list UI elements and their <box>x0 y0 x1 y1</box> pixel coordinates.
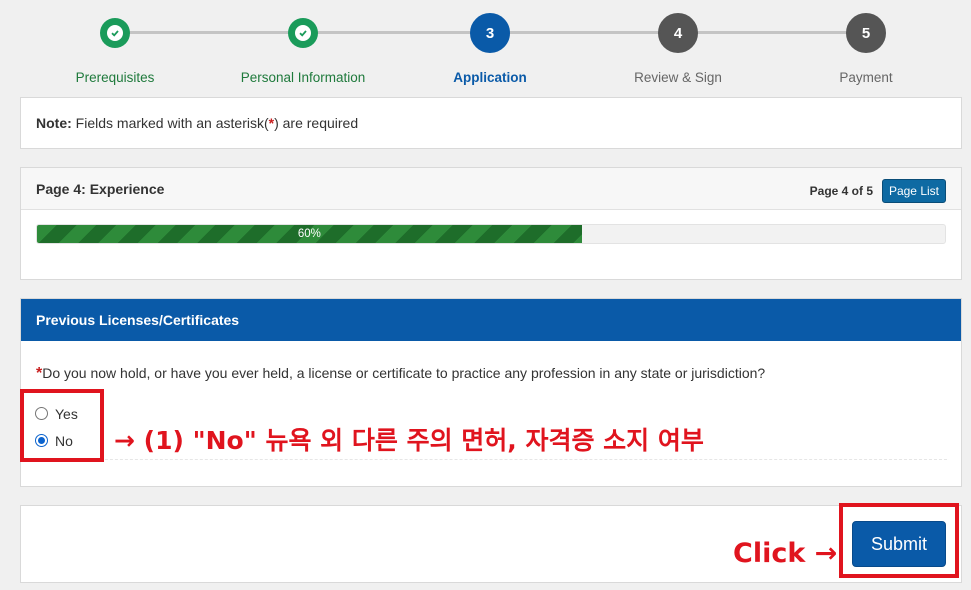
licenses-section: Previous Licenses/Certificates *Do you n… <box>20 298 962 487</box>
annotation-highlight-options <box>20 389 104 462</box>
annotation-no-note: → (1) "No" 뉴욕 외 다른 주의 면허, 자격증 소지 여부 <box>114 426 704 455</box>
question-text: Do you now hold, or have you ever held, … <box>42 365 766 381</box>
page-counter: Page 4 of 5 <box>809 184 873 198</box>
note-text-after: ) are required <box>274 115 359 131</box>
annotation-highlight-submit <box>839 503 959 578</box>
step-complete-badge <box>288 18 318 48</box>
step-payment[interactable]: 5 Payment <box>776 13 956 85</box>
step-label: Personal Information <box>240 70 366 85</box>
step-label: Application <box>453 70 527 85</box>
page-title: Page 4: Experience <box>36 181 165 197</box>
license-question: *Do you now hold, or have you ever held,… <box>36 365 765 383</box>
page-progress-panel: Page 4: Experience Page 4 of 5 Page List… <box>20 167 962 280</box>
progress-stepper: Prerequisites Personal Information 3 App… <box>0 0 971 92</box>
progress-bar-fill: 60% <box>37 225 582 243</box>
check-icon <box>295 25 311 41</box>
page-list-button[interactable]: Page List <box>881 179 946 203</box>
step-application[interactable]: 3 Application <box>400 13 580 85</box>
step-number-badge: 3 <box>470 13 510 53</box>
step-number-badge: 4 <box>658 13 698 53</box>
divider <box>35 459 947 460</box>
annotation-click-note: Click → <box>733 538 838 569</box>
step-personal-information[interactable]: Personal Information <box>213 13 393 85</box>
step-label: Review & Sign <box>634 70 722 85</box>
step-review-sign[interactable]: 4 Review & Sign <box>588 13 768 85</box>
note-text-before: Fields marked with an asterisk( <box>71 115 269 131</box>
step-prerequisites[interactable]: Prerequisites <box>25 13 205 85</box>
step-number-badge: 5 <box>846 13 886 53</box>
step-label: Payment <box>839 70 893 85</box>
progress-bar: 60% <box>36 224 946 244</box>
step-label: Prerequisites <box>75 70 155 85</box>
section-header: Previous Licenses/Certificates <box>21 299 961 341</box>
check-icon <box>107 25 123 41</box>
step-complete-badge <box>100 18 130 48</box>
page-header: Page 4: Experience Page 4 of 5 Page List <box>21 168 961 210</box>
note-bold-label: Note: <box>36 115 72 131</box>
required-fields-note: Note: Fields marked with an asterisk(*) … <box>20 97 962 149</box>
